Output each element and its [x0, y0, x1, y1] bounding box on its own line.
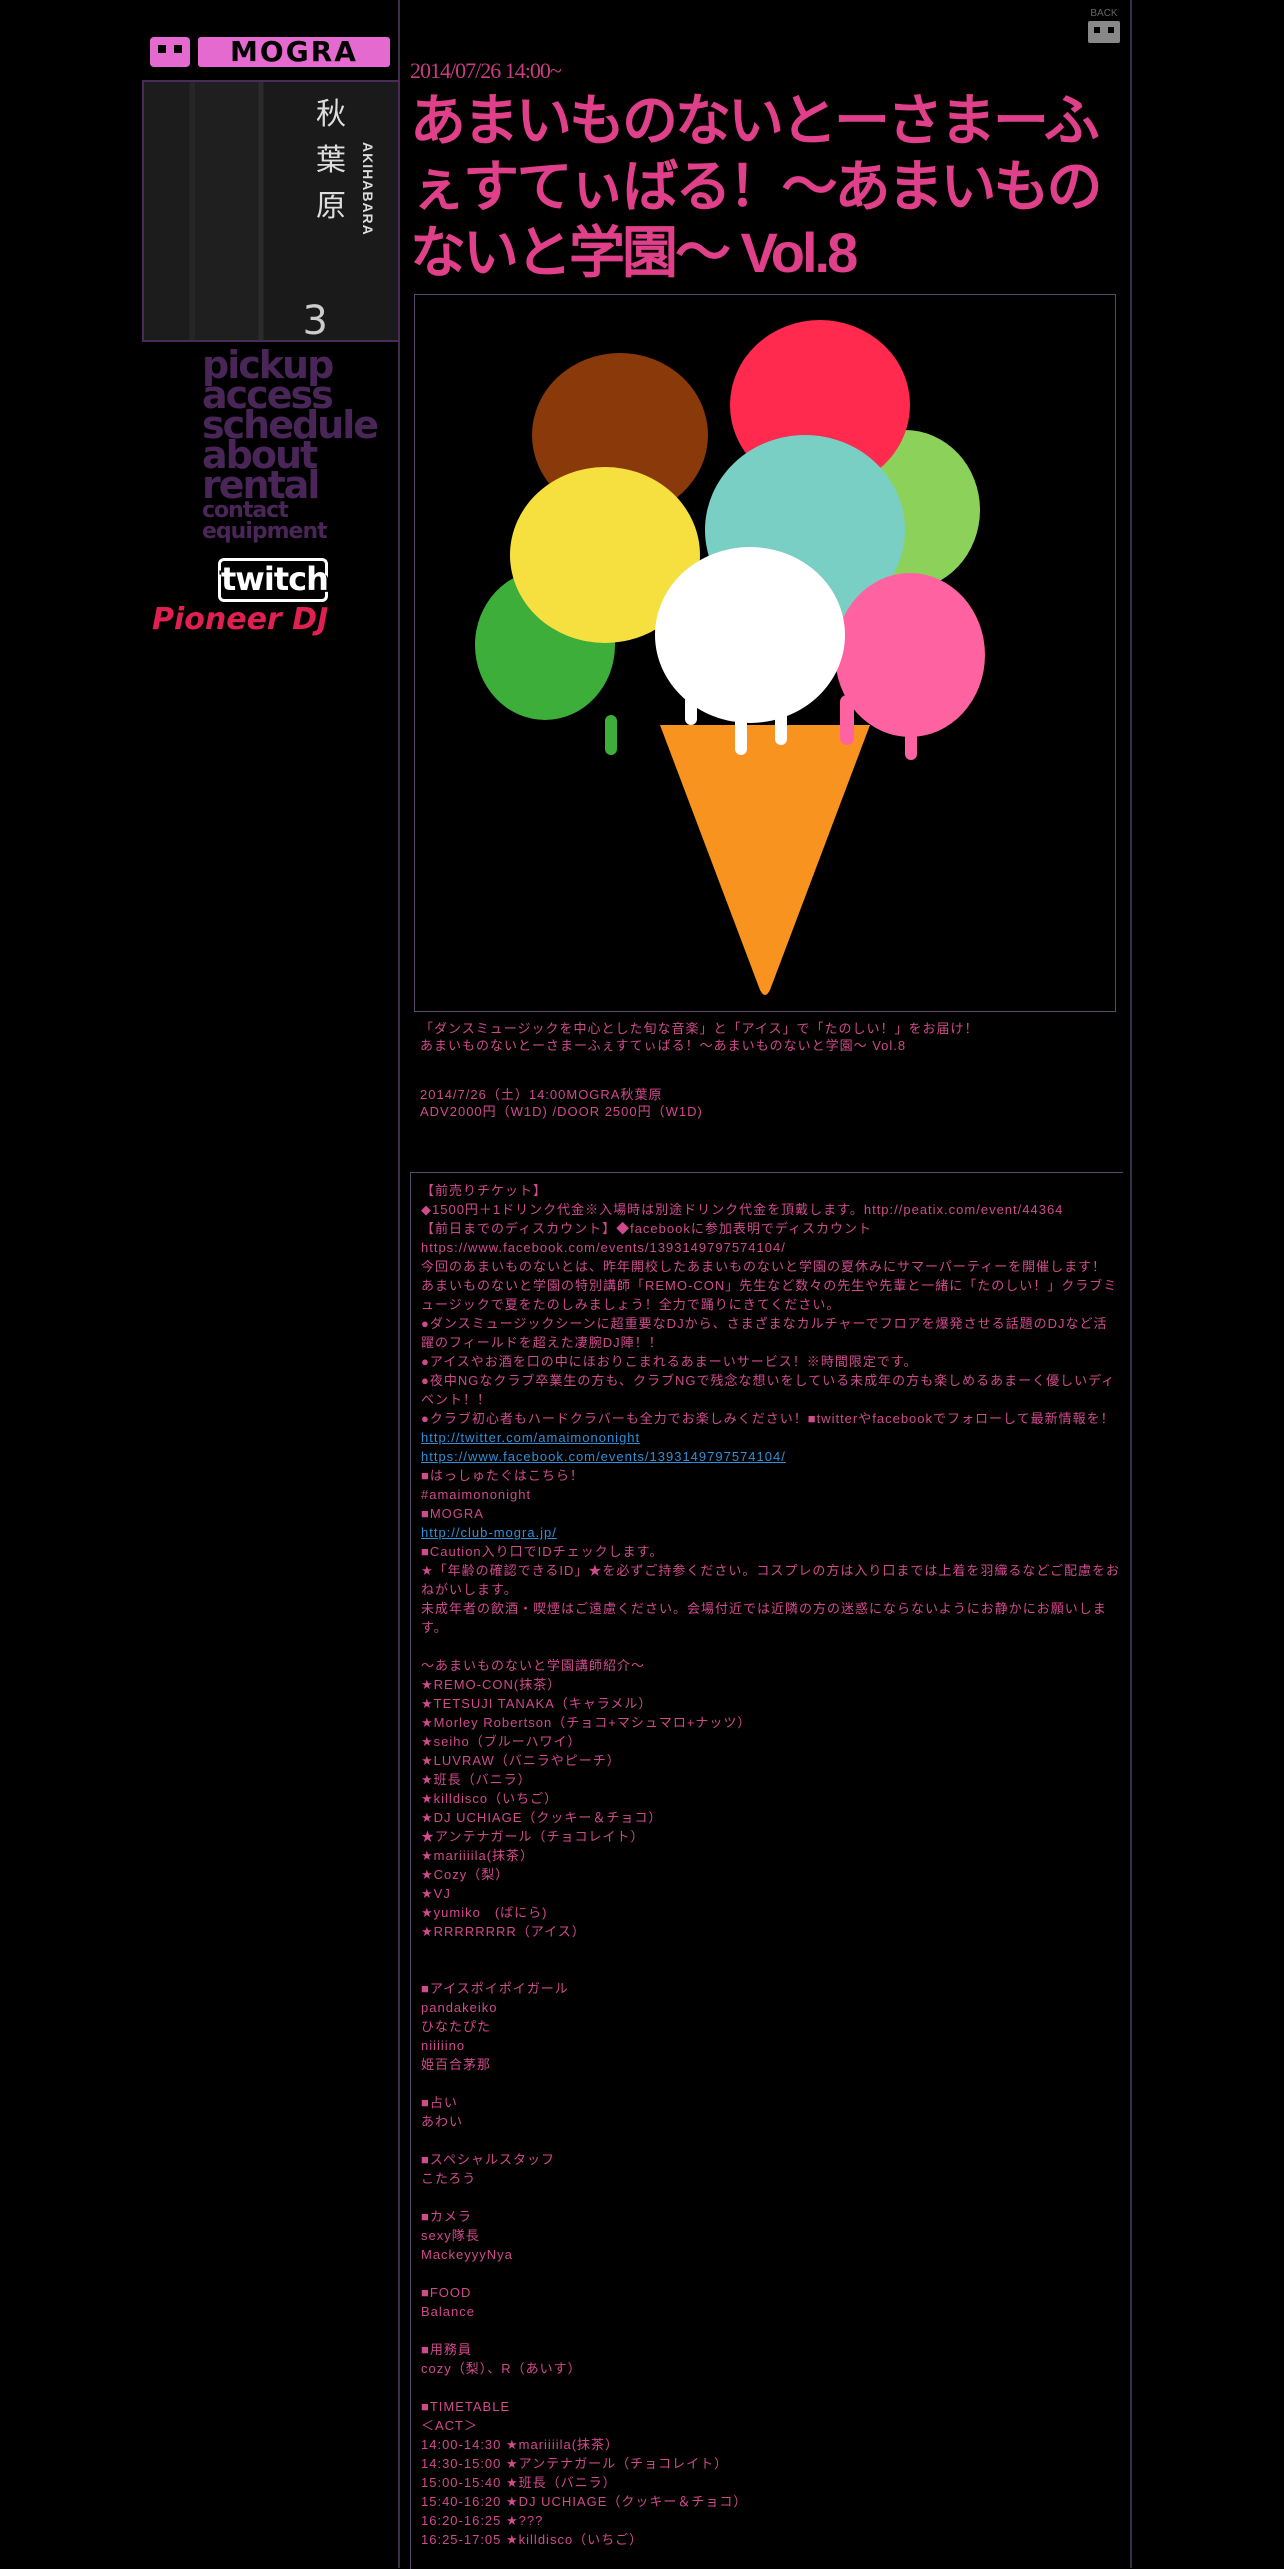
mogra-mascot-icon: [150, 37, 190, 67]
event-info: 2014/7/26（土）14:00MOGRA秋葉原 ADV2000円（W1D) …: [420, 1087, 703, 1119]
event-intro: 「ダンスミュージックを中心とした旬な音楽」と「アイス」で「たのしい！」をお届け！…: [420, 1021, 979, 1053]
twitch-logo-link[interactable]: twitch: [218, 558, 329, 602]
mogra-site-link[interactable]: http://club-mogra.jp/: [421, 1525, 557, 1540]
event-details-text: 【前売りチケット】 ◆1500円＋1ドリンク代金※入場時は別途ドリンク代金を頂戴…: [421, 1181, 1121, 2549]
nav-rental[interactable]: rental: [202, 466, 377, 504]
sidebar-nav: pickup access schedule about rental cont…: [202, 346, 379, 543]
pioneer-dj-logo-link[interactable]: Pioneer DJ: [152, 604, 392, 636]
back-mascot-icon: [1088, 21, 1120, 43]
event-date: 2014/07/26 14:00~: [410, 58, 562, 83]
akihabara-sign-sub: AKIHABARA: [360, 142, 376, 236]
mogra-logo[interactable]: MOGRA: [150, 34, 390, 70]
mogra-logo-text: MOGRA: [198, 37, 390, 67]
event-title: あまいものないとーさまーふぇすてぃばる！～あまいものないと学園～ Vol.8: [410, 89, 1103, 284]
details-block-1: 【前売りチケット】 ◆1500円＋1ドリンク代金※入場時は別途ドリンク代金を頂戴…: [421, 1183, 1118, 1426]
event-details: 【前売りチケット】 ◆1500円＋1ドリンク代金※入場時は別途ドリンク代金を頂戴…: [410, 1172, 1123, 2569]
details-block-2: ■はっしゅたぐはこちら！ #amaimononight ■MOGRA: [421, 1468, 584, 1521]
back-label: BACK: [1090, 8, 1118, 19]
content-left-border: [398, 0, 400, 2568]
akihabara-sign-photo: 秋葉原 AKIHABARA 3: [142, 80, 400, 342]
akihabara-sign-number: 3: [302, 298, 328, 342]
ice-cream-illustration: [475, 320, 985, 995]
nav-equipment[interactable]: equipment: [202, 521, 377, 543]
twitter-link[interactable]: http://twitter.com/amaimononight: [421, 1430, 640, 1445]
details-block-3: ■Caution入り口でIDチェックします。 ★「年齢の確認できるID」★を必ず…: [421, 1544, 1121, 2547]
back-button[interactable]: BACK: [1084, 8, 1124, 43]
event-flyer-image: [414, 294, 1116, 1012]
akihabara-sign-text: 秋葉原: [316, 97, 346, 224]
facebook-event-link[interactable]: https://www.facebook.com/events/13931497…: [421, 1449, 786, 1464]
content-right-border: [1130, 0, 1132, 2568]
